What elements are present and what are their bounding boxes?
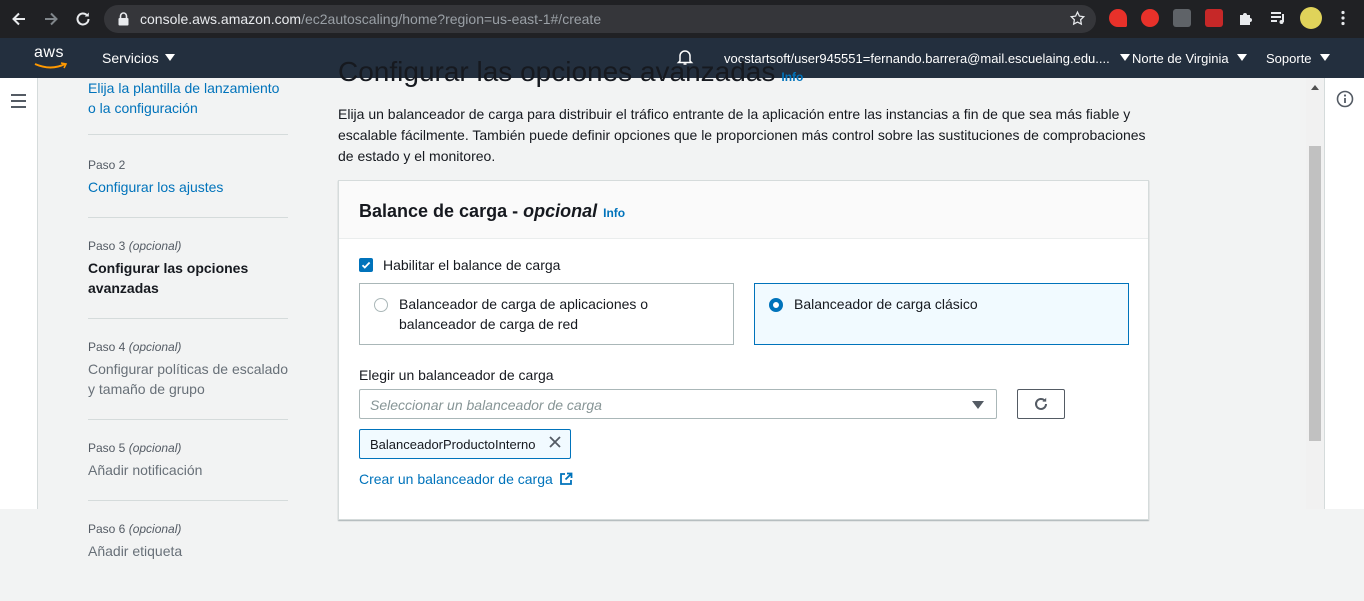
page-info-link[interactable]: Info: [781, 70, 803, 84]
right-help-rail: [1324, 78, 1364, 509]
step-number: Paso 6: [88, 522, 126, 536]
refresh-icon: [1035, 397, 1047, 410]
aws-smile-icon: [34, 62, 68, 69]
check-icon: [361, 261, 371, 269]
wizard-step-4: Paso 4 (opcional) Configurar políticas d…: [88, 339, 288, 420]
option-classic-lb[interactable]: Balanceador de carga clásico: [754, 283, 1129, 345]
caret-down-icon: [1319, 54, 1330, 61]
step-number: Paso 3: [88, 239, 126, 253]
extension-icon[interactable]: [1173, 9, 1191, 27]
load-balancing-panel: Balance de carga - opcional Info Habilita…: [338, 180, 1149, 520]
wizard-step-5: Paso 5 (opcional) Añadir notificación: [88, 440, 288, 501]
back-icon[interactable]: [8, 8, 30, 30]
step-optional: (opcional): [128, 340, 182, 354]
radio-classic-lb[interactable]: [769, 298, 783, 312]
step-optional: (opcional): [128, 522, 182, 536]
select-placeholder: Seleccionar un balanceador de carga: [370, 397, 602, 413]
hamburger-menu-icon[interactable]: [11, 94, 26, 112]
panel-title: Balance de carga - opcional Info: [359, 201, 625, 222]
load-balancer-select[interactable]: Seleccionar un balanceador de carga: [359, 389, 997, 419]
bookmark-star-icon[interactable]: [1069, 10, 1086, 32]
wizard-step-2: Paso 2 Configurar los ajustes: [88, 157, 288, 218]
profile-avatar-icon[interactable]: [1300, 7, 1322, 29]
close-icon[interactable]: [548, 435, 562, 454]
step-optional: (opcional): [128, 239, 182, 253]
page-title: Configurar las opciones avanzadas Info: [338, 56, 803, 88]
browser-toolbar: console.aws.amazon.com/ec2autoscaling/ho…: [0, 0, 1364, 38]
radio-app-network-lb[interactable]: [374, 298, 388, 312]
wizard-step-1: Elija la plantilla de lanzamiento o la c…: [88, 78, 288, 135]
region-label: Norte de Virginia: [1132, 51, 1229, 66]
services-label: Servicios: [102, 50, 159, 66]
wizard-step-3: Paso 3 (opcional) Configurar las opcione…: [88, 238, 288, 319]
refresh-button[interactable]: [1017, 389, 1065, 419]
extension-icon[interactable]: [1141, 9, 1159, 27]
token-label: BalanceadorProductoInterno: [370, 436, 536, 452]
create-lb-link-text: Crear un balanceador de carga: [359, 471, 553, 487]
forward-icon[interactable]: [40, 8, 62, 30]
region-menu[interactable]: Norte de Virginia: [1132, 51, 1247, 66]
address-bar[interactable]: console.aws.amazon.com/ec2autoscaling/ho…: [104, 5, 1096, 33]
wizard-steps: Elija la plantilla de lanzamiento o la c…: [88, 78, 288, 601]
aws-logo[interactable]: aws: [34, 44, 70, 72]
scrollbar-thumb[interactable]: [1309, 146, 1321, 441]
aws-logo-text: aws: [34, 44, 64, 61]
selected-lb-token: BalanceadorProductoInterno: [359, 429, 571, 459]
panel-info-link[interactable]: Info: [603, 206, 625, 220]
step-tags: Añadir etiqueta: [88, 543, 183, 559]
step-optional: (opcional): [128, 441, 182, 455]
vertical-scrollbar[interactable]: [1306, 78, 1324, 509]
option-app-network-lb-label: Balanceador de carga de aplicaciones o b…: [399, 296, 649, 332]
external-link-icon: [559, 472, 573, 485]
support-label: Soporte: [1266, 51, 1312, 66]
left-nav-rail: [0, 78, 38, 509]
choose-lb-label: Elegir un balanceador de carga: [359, 367, 554, 383]
panel-title-optional: opcional: [523, 201, 598, 221]
page-description: Elija un balanceador de carga para distr…: [338, 106, 1146, 164]
step-link-configure-settings[interactable]: Configurar los ajustes: [88, 177, 288, 197]
caret-down-icon: [1236, 54, 1247, 61]
panel-title-text: Balance de carga -: [359, 201, 519, 221]
enable-load-balancing-checkbox[interactable]: [359, 258, 373, 272]
step-link-launch-template[interactable]: Elija la plantilla de lanzamiento o la c…: [88, 78, 288, 118]
extension-icon[interactable]: [1205, 9, 1223, 27]
step-number: Paso 4: [88, 340, 126, 354]
wizard-step-6: Paso 6 (opcional) Añadir etiqueta: [88, 521, 288, 581]
enable-load-balancing-row: Habilitar el balance de carga: [359, 257, 560, 273]
enable-load-balancing-label: Habilitar el balance de carga: [383, 257, 561, 273]
extension-icon[interactable]: [1109, 9, 1127, 27]
option-classic-lb-label: Balanceador de carga clásico: [794, 296, 978, 312]
step-notification: Añadir notificación: [88, 462, 203, 478]
caret-down-icon: [972, 401, 984, 409]
kebab-menu-icon[interactable]: [1334, 9, 1352, 27]
puzzle-icon[interactable]: [1237, 9, 1255, 27]
scroll-up-arrow-icon[interactable]: [1311, 85, 1319, 90]
url-text: console.aws.amazon.com/ec2autoscaling/ho…: [140, 11, 602, 27]
step-number: Paso 2: [88, 158, 126, 172]
step-number: Paso 5: [88, 441, 126, 455]
panel-header: Balance de carga - opcional Info: [339, 181, 1148, 239]
info-circle-icon[interactable]: [1336, 90, 1354, 113]
create-lb-link[interactable]: Crear un balanceador de carga: [359, 471, 573, 487]
services-menu[interactable]: Servicios: [102, 50, 175, 66]
page-title-text: Configurar las opciones avanzadas: [338, 56, 776, 87]
media-queue-icon[interactable]: [1269, 9, 1287, 27]
reload-icon[interactable]: [72, 8, 94, 30]
lock-icon: [118, 12, 129, 31]
step-current-advanced-options: Configurar las opciones avanzadas: [88, 260, 249, 296]
support-menu[interactable]: Soporte: [1266, 51, 1330, 66]
step-scaling-policies: Configurar políticas de escalado y tamañ…: [88, 361, 289, 397]
caret-down-icon: [164, 54, 175, 61]
option-app-network-lb[interactable]: Balanceador de carga de aplicaciones o b…: [359, 283, 734, 345]
caret-down-icon: [1119, 54, 1130, 61]
